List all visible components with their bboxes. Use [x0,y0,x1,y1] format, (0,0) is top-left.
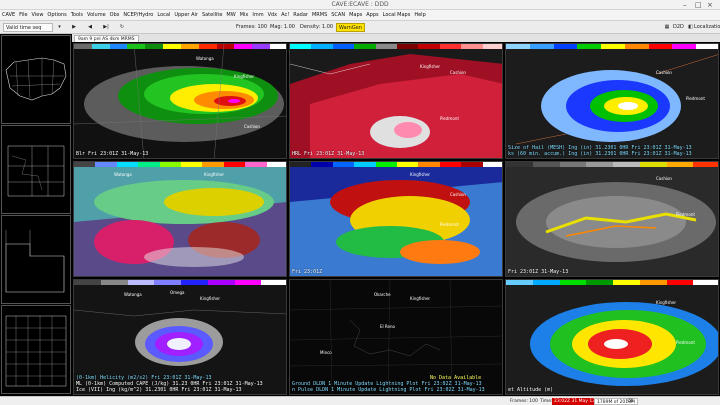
panel-reflectivity[interactable]: Watonga Kingfisher Cashion Blr Fri 23:01… [73,43,287,159]
menu-obs[interactable]: Obs [108,10,122,21]
menu-satellite[interactable]: Satellite [200,10,224,21]
trash-icon[interactable]: ⌫ [626,398,634,405]
city-label-piedmont: Piedmont [440,222,459,227]
city-label-kingfisher: Kingfisher [656,300,677,305]
step-forward-icon[interactable]: ▶| [100,23,112,32]
thumbnail-state-map[interactable] [1,215,71,304]
menu-cave[interactable]: CAVE [0,10,17,21]
menu-options[interactable]: Options [45,10,68,21]
menu-apps[interactable]: Apps [364,10,380,21]
panel-legend-line1: et Altitude (m) [508,387,554,393]
city-label-kingfisher: Kingfisher [234,74,255,79]
chevron-down-icon[interactable]: ▾ [56,23,63,32]
minimize-icon[interactable]: – [683,1,687,9]
city-label-kingfisher: Kingfisher [420,64,441,69]
panel-legend-line1: Fri 23:01Z 31-May-13 [508,269,569,275]
panel-legend-line1: Fri 23:01Z [292,269,323,275]
menu-imm[interactable]: Imm [250,10,265,21]
city-label-piedmont: Piedmont [676,340,695,345]
city-label-watonga: Watonga [124,292,142,297]
city-label-piedmont: Piedmont [676,212,695,217]
loop-icon[interactable]: ↻ [116,23,128,32]
city-label-cashion: Cashion [656,176,672,181]
city-label-cashion: Cashion [450,70,466,75]
panel-velocity[interactable]: Kingfisher Cashion Piedmont HRL Fri 23:0… [289,43,503,159]
city-label-kingfisher: Kingfisher [200,296,221,301]
menu-acl[interactable]: Ac! [279,10,291,21]
menu-upper-air[interactable]: Upper Air [172,10,200,21]
maximize-icon[interactable]: □ [695,1,702,9]
menu-local[interactable]: Local [155,10,172,21]
play-icon[interactable]: ▶ [68,23,80,32]
city-label-watonga: Watonga [196,56,214,61]
city-label-kingfisher: Kingfisher [204,172,225,177]
thumbnail-county-map[interactable] [1,305,71,394]
nine-panel-display: Watonga Kingfisher Cashion Blr Fri 23:01… [72,42,720,396]
status-time-label: Time: [540,399,553,404]
tab-bar: 9am 9 pnl AS 4km MRMS [72,34,720,42]
menu-mrms[interactable]: MRMS [310,10,329,21]
thumbnail-regional-map[interactable] [1,125,71,214]
city-label-kingfisher: Kingfisher [410,296,431,301]
city-label-kingfisher: Kingfisher [410,172,431,177]
city-label-minco: Minco [320,350,332,355]
panel-dual-pol[interactable]: Watonga Kingfisher [73,161,287,277]
city-label-cashion: Cashion [450,192,466,197]
panel-legend-line1: HRL Fri 23:01Z 31-May-13 [292,151,365,157]
menu-mix[interactable]: Mix [238,10,251,21]
city-label-omega: Omega [170,290,185,295]
panel-satellite[interactable]: Cashion Piedmont Fri 23:01Z 31-May-13 [505,161,719,277]
status-bar: Frames: 100 Time: 23:02Z 31 May 13 1789M… [0,396,720,405]
menu-file[interactable]: File [17,10,29,21]
city-label-el-reno: El Reno [380,324,395,329]
city-label-okarche: Okarche [374,292,391,297]
panel-composite[interactable]: Kingfisher Cashion Piedmont Fri 23:01Z [289,161,503,277]
menu-scan[interactable]: SCAN [329,10,347,21]
menu-vdx[interactable]: Vdx [266,10,280,21]
title-bar: CAVE:ECAVE : DDD – □ × [0,0,720,10]
thumbnail-sidebar [0,34,72,396]
step-back-icon[interactable]: ◀ [84,23,96,32]
menu-bar: CAVE File View Options Tools Volume Obs NCEP/Hy… [0,10,720,21]
city-label-watonga: Watonga [114,172,132,177]
panel-shear-cape[interactable]: Watonga Omega Kingfisher (0-1km) Helicit… [73,279,287,395]
window-title: CAVE:ECAVE : DDD [331,1,389,8]
panel-legend-line1: ks (60 min. accum.) Ing (in) 31.2301 0HR… [508,151,692,157]
panel-hail-mesh[interactable]: Cashion Piedmont Size of Hail (MESH) Ing… [505,43,719,159]
city-label-cashion: Cashion [244,124,260,129]
panel-legend-line1: n Pulse DLDN 1 Minute Update Lightning P… [292,387,485,393]
load-mode-select[interactable]: Valid time seq [3,23,53,32]
menu-local-maps[interactable]: Local Maps [381,10,413,21]
panel-echo-top[interactable]: Kingfisher Piedmont et Altitude (m) [505,279,719,395]
perspective-icon[interactable]: ▦ [662,23,672,32]
menu-volume[interactable]: Volume [85,10,108,21]
density-control[interactable]: Density: 1.00 [300,23,333,32]
status-frames: Frames: 100 [510,399,538,404]
menu-view[interactable]: View [30,10,46,21]
menu-ncep-hydro[interactable]: NCEP/Hydro [121,10,155,21]
close-icon[interactable]: × [707,1,713,9]
perspective-label: D2D [673,24,684,30]
menu-radar[interactable]: Radar [291,10,310,21]
magnification-control[interactable]: Mag: 1.00 [270,23,295,32]
toolbar: Valid time seq ▾ ▶ ◀ ▶| ↻ Frames: 100 Ma… [0,21,720,34]
warngen-button[interactable]: WarnGen [336,23,365,32]
localization-icon[interactable]: ◧ [687,23,694,32]
city-label-piedmont: Piedmont [440,116,459,121]
panel-legend-line1: Blr Fri 23:01Z 31-May-13 [76,151,149,157]
panel-lightning[interactable]: Okarche Kingfisher El Reno Minco No Data… [289,279,503,395]
frames-count[interactable]: Frames: 100 [236,23,267,32]
status-time-value[interactable]: 23:02Z 31 May 13 [552,398,598,405]
localization-button[interactable]: Localization [694,23,720,32]
thumbnail-conus-map[interactable] [1,35,71,124]
menu-mw[interactable]: MW [224,10,237,21]
city-label-cashion: Cashion [656,70,672,75]
menu-tools[interactable]: Tools [69,10,85,21]
panel-legend-line1: Ice (VII) Ing (kg/m^2) 31.2301 0HR Fri 2… [76,387,242,393]
tab-9-panel[interactable]: 9am 9 pnl AS 4km MRMS [74,35,139,42]
city-label-piedmont: Piedmont [686,96,705,101]
menu-maps[interactable]: Maps [347,10,364,21]
menu-help[interactable]: Help [412,10,427,21]
